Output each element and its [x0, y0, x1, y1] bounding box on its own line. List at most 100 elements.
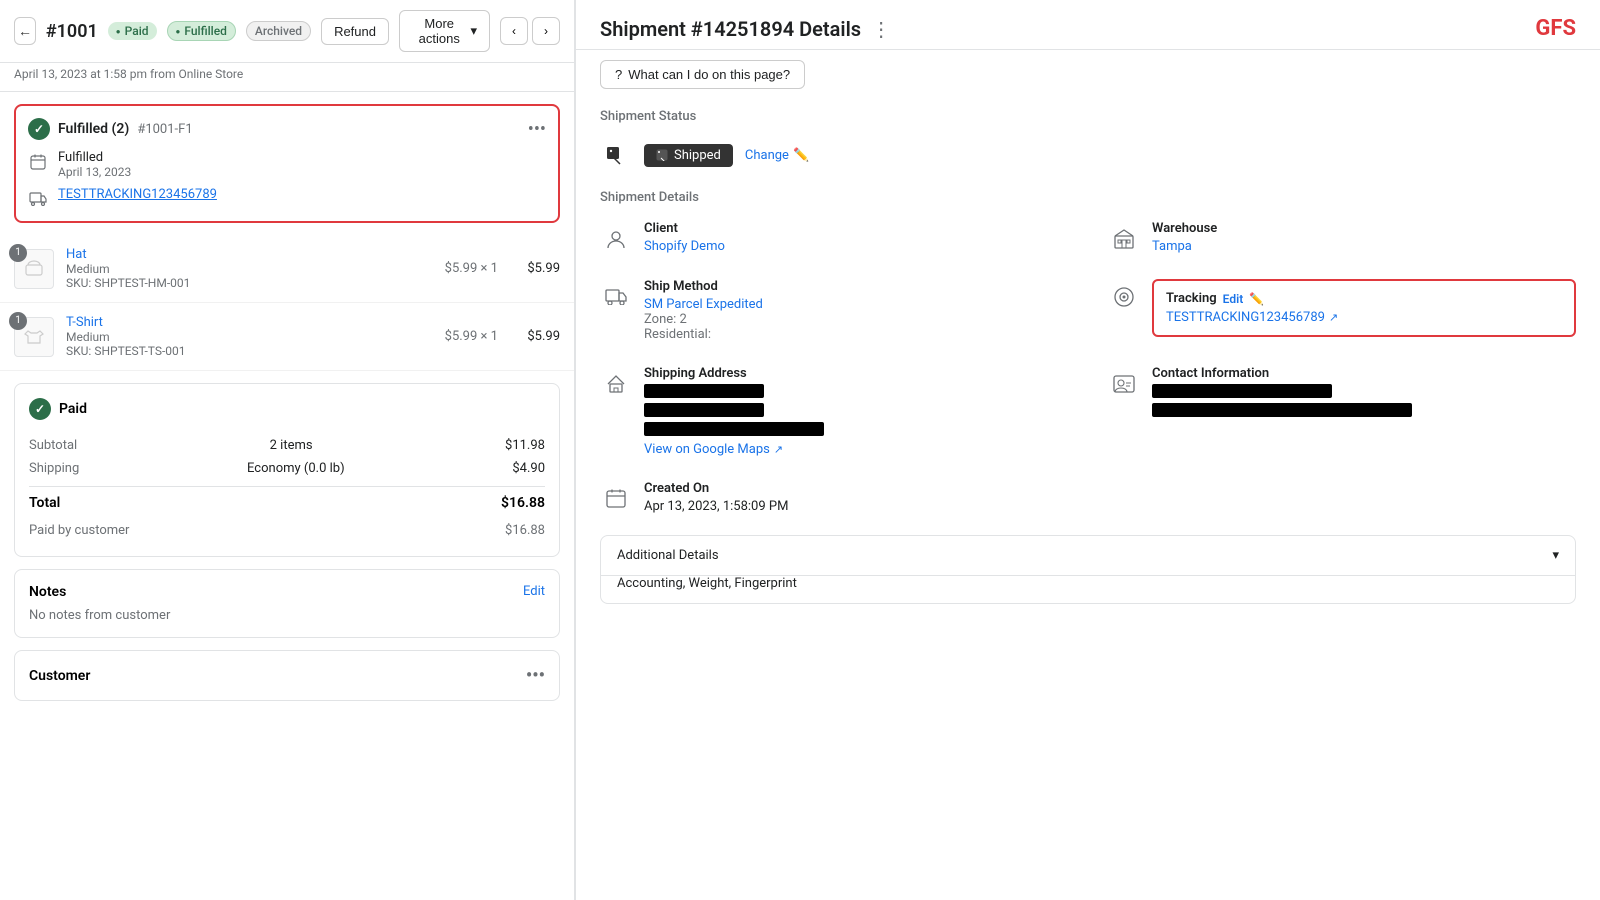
change-status-link[interactable]: Change ✏️	[745, 148, 809, 163]
question-icon: ?	[615, 67, 622, 82]
tag-icon	[600, 140, 632, 172]
total-value: $16.88	[501, 495, 545, 511]
left-panel: ← #1001 Paid Fulfilled Archived Refund M…	[0, 0, 575, 900]
subtotal-row: Subtotal 2 items $11.98	[29, 434, 545, 457]
fulfilled-id: #1001-F1	[137, 122, 192, 137]
created-on-label: Created On	[644, 481, 1068, 496]
next-button[interactable]: ›	[532, 17, 560, 45]
details-grid: Client Shopify Demo Warehouse Tampa	[600, 221, 1576, 515]
item-sku-tshirt: SKU: SHPTEST-TS-001	[66, 344, 433, 358]
item-total-hat: $5.99	[510, 261, 560, 276]
fulfilled-header: ✓ Fulfilled (2) #1001-F1 •••	[28, 118, 546, 140]
view-map-link[interactable]: View on Google Maps ↗	[644, 442, 1068, 457]
paid-by-value: $16.88	[505, 523, 545, 538]
item-quantity-badge-tshirt: 1	[9, 312, 27, 330]
contact-icon	[1108, 368, 1140, 400]
total-label: Total	[29, 495, 60, 511]
warehouse-label: Warehouse	[1152, 221, 1576, 236]
right-panel: Shipment #14251894 Details ⋮ GFS ? What …	[576, 0, 1600, 900]
ship-method-residential: Residential:	[644, 327, 1068, 342]
refund-button[interactable]: Refund	[321, 18, 389, 45]
client-label: Client	[644, 221, 1068, 236]
tracking-edit-link[interactable]: Edit	[1223, 292, 1244, 306]
status-row: Shipped Change ✏️	[576, 130, 1600, 180]
shipment-menu-dots[interactable]: ⋮	[871, 17, 891, 41]
address-redacted-3	[644, 422, 824, 436]
client-detail: Client Shopify Demo	[600, 221, 1068, 255]
fulfilled-menu-dots[interactable]: •••	[528, 119, 546, 140]
fulfilled-badge: Fulfilled	[167, 21, 236, 41]
customer-menu-dots[interactable]: •••	[526, 665, 545, 686]
customer-header: Customer •••	[29, 665, 545, 686]
item-total-tshirt: $5.99	[510, 329, 560, 344]
fulfilled-status-text: Fulfilled	[58, 150, 131, 165]
truck-icon	[28, 189, 48, 209]
paid-label: Paid	[59, 401, 87, 417]
item-sku-hat: SKU: SHPTEST-HM-001	[66, 276, 433, 290]
additional-dropdown-value: Accounting, Weight, Fingerprint	[601, 575, 1575, 603]
item-price-formula-hat: $5.99 × 1	[445, 261, 498, 276]
calendar-created-icon	[600, 483, 632, 515]
client-value[interactable]: Shopify Demo	[644, 239, 1068, 254]
item-variant-tshirt: Medium	[66, 330, 433, 344]
back-button[interactable]: ←	[14, 17, 36, 45]
shipping-address-label: Shipping Address	[644, 366, 1068, 381]
item-image-hat: 1	[14, 249, 54, 289]
more-actions-button[interactable]: More actions ▾	[399, 10, 490, 52]
external-link-icon: ↗	[1329, 311, 1338, 324]
subtotal-label: Subtotal	[29, 438, 77, 453]
notes-edit-button[interactable]: Edit	[523, 584, 545, 600]
notes-content: No notes from customer	[29, 608, 545, 623]
tracking-label: Tracking	[1166, 291, 1217, 306]
shipping-row: Shipping Economy (0.0 lb) $4.90	[29, 457, 545, 480]
fulfilled-date: April 13, 2023	[58, 165, 131, 179]
paid-badge: Paid	[108, 22, 157, 40]
prev-button[interactable]: ‹	[500, 17, 528, 45]
customer-section: Customer •••	[14, 650, 560, 701]
fulfilled-meta: Fulfilled April 13, 2023 TESTTRACKING123…	[28, 150, 546, 209]
chevron-down-icon: ▾	[470, 23, 477, 39]
shipping-method: Economy (0.0 lb)	[247, 461, 345, 476]
nav-buttons: ‹ ›	[500, 17, 560, 45]
shipping-address-detail: Shipping Address View on Google Maps ↗	[600, 366, 1068, 457]
shipping-cost: $4.90	[512, 461, 545, 476]
item-info-hat: Hat Medium SKU: SHPTEST-HM-001	[66, 247, 433, 290]
tracking-link[interactable]: TESTTRACKING123456789	[58, 187, 217, 202]
subtotal-items: 2 items	[270, 438, 313, 453]
notes-title: Notes	[29, 584, 66, 600]
warehouse-value[interactable]: Tampa	[1152, 239, 1576, 254]
paid-check-icon: ✓	[29, 398, 51, 420]
order-number: #1001	[46, 21, 98, 42]
shipment-status-label: Shipment Status	[576, 99, 1600, 130]
order-subtitle: April 13, 2023 at 1:58 pm from Online St…	[0, 63, 574, 92]
additional-details-header[interactable]: Additional Details ▾	[601, 536, 1575, 575]
item-name-tshirt[interactable]: T-Shirt	[66, 315, 433, 330]
shipping-label: Shipping	[29, 461, 79, 476]
address-redacted-2	[644, 403, 764, 417]
ship-method-value[interactable]: SM Parcel Expedited	[644, 297, 1068, 312]
contact-redacted-2	[1152, 403, 1412, 417]
check-icon: ✓	[28, 118, 50, 140]
tracking-number[interactable]: TESTTRACKING123456789 ↗	[1166, 310, 1562, 325]
subtotal-value: $11.98	[505, 438, 545, 453]
item-name-hat[interactable]: Hat	[66, 247, 433, 262]
ship-method-zone: Zone: 2	[644, 312, 1068, 327]
warehouse-detail: Warehouse Tampa	[1108, 221, 1576, 255]
paid-section: ✓ Paid Subtotal 2 items $11.98 Shipping …	[14, 383, 560, 557]
item-variant-hat: Medium	[66, 262, 433, 276]
item-row-hat: 1 Hat Medium SKU: SHPTEST-HM-001 $5.99 ×…	[0, 235, 574, 303]
total-row: Total $16.88	[29, 486, 545, 519]
top-bar: ← #1001 Paid Fulfilled Archived Refund M…	[0, 0, 574, 63]
contact-redacted-1	[1152, 384, 1332, 398]
additional-label: Additional Details	[617, 548, 719, 563]
archived-badge: Archived	[246, 21, 311, 41]
address-redacted-1	[644, 384, 764, 398]
tracking-row: TESTTRACKING123456789	[28, 187, 546, 209]
shipment-header: Shipment #14251894 Details ⋮ GFS	[576, 0, 1600, 50]
paid-by-label: Paid by customer	[29, 523, 129, 538]
created-on-value: Apr 13, 2023, 1:58:09 PM	[644, 499, 1068, 514]
shipment-title: Shipment #14251894 Details	[600, 17, 861, 41]
help-button[interactable]: ? What can I do on this page?	[600, 60, 805, 89]
address-line-3	[644, 422, 1068, 438]
warehouse-icon	[1108, 223, 1140, 255]
